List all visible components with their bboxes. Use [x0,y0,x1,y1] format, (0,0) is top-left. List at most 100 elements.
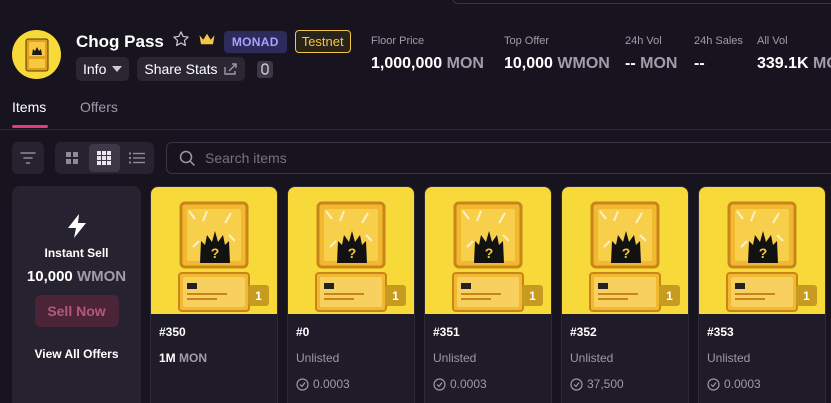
svg-text:?: ? [485,245,494,261]
share-stats-button[interactable]: Share Stats [137,57,245,81]
instant-sell-panel: Instant Sell 10,000 WMON Sell Now View A… [12,186,141,403]
stat-unit: MON [813,55,831,72]
stat-all-volume: All Vol 339.1K MON [757,35,831,73]
nft-card[interactable]: ? 1 #351 Unlisted 0.0003 [424,186,552,403]
info-dropdown[interactable]: Info [76,57,130,81]
stat-unit: WMON [557,55,610,72]
active-tab-indicator [12,125,48,128]
quantity-badge: 1 [385,285,406,306]
chog-pass-art: ? [178,201,250,312]
nft-card[interactable]: ? 1 #350 1M MON [150,186,278,403]
instant-sell-label: Instant Sell [44,246,109,260]
network-badge: Testnet [294,30,351,53]
svg-text:?: ? [759,245,768,261]
nft-name: #353 [707,325,734,339]
nft-card[interactable]: ? 1 #353 Unlisted 0.0003 [698,186,826,403]
quantity-badge: 1 [659,285,680,306]
view-list-button[interactable] [122,144,152,172]
share-stats-label: Share Stats [144,61,218,77]
nft-last-sale-value: 0.0003 [724,377,761,391]
share-icon [223,63,237,75]
nft-card[interactable]: ? 1 #352 Unlisted 37,500 [561,186,689,403]
nft-last-sale-value: 0.0003 [450,377,487,391]
contract-icon [260,63,269,75]
nft-last-sale-value: 37,500 [587,377,624,391]
filter-button[interactable] [12,142,44,174]
view-all-offers-link[interactable]: View All Offers [34,347,118,361]
nft-price-value: 1M [159,351,176,365]
favorite-star-icon[interactable] [172,30,190,53]
stat-label: Floor Price [371,35,425,47]
last-sale-icon [570,377,583,391]
nft-status: Unlisted [570,351,614,365]
nft-name: #352 [570,325,597,339]
nft-last-sale: 0.0003 [433,377,551,391]
view-mode-group [55,142,154,174]
tab-offers[interactable]: Offers [80,99,118,115]
stat-unit: MON [446,55,484,72]
stat-top-offer: Top Offer 10,000 WMON [504,35,610,73]
svg-text:?: ? [348,245,357,261]
nft-name: #0 [296,325,310,339]
quantity-badge: 1 [796,285,817,306]
nft-price: 1M MON [159,351,277,365]
last-sale-icon [707,377,720,391]
nft-price-unit: MON [179,351,208,365]
view-small-grid-button[interactable] [89,144,120,172]
last-sale-icon [433,377,446,391]
nft-image: ? 1 [562,187,688,314]
nft-card[interactable]: ? 1 #0 Unlisted 0.0003 [287,186,415,403]
large-grid-icon [66,152,79,164]
nft-name: #351 [433,325,460,339]
list-icon [128,152,145,164]
chog-pass-art: ? [452,201,524,312]
nft-image: ? 1 [699,187,825,314]
stat-value: -- [625,55,636,72]
chog-card-icon [25,38,48,71]
info-label: Info [83,61,107,77]
search-icon [179,150,195,166]
nft-image: ? 1 [151,187,277,314]
nft-last-sale: 37,500 [570,377,688,391]
stat-value: 10,000 [504,55,553,72]
chog-pass-art: ? [589,201,661,312]
instant-sell-price: 10,000 WMON [27,268,126,285]
stat-value: 1,000,000 [371,55,443,72]
tab-items[interactable]: Items [12,99,46,115]
chain-badge: MONAD [223,30,287,53]
sell-now-button[interactable]: Sell Now [34,295,119,327]
instant-sell-amount: 10,000 [26,268,73,285]
chog-pass-art: ? [315,201,387,312]
chevron-down-icon [112,66,123,72]
stat-unit: MON [640,55,678,72]
nft-last-sale-value: 0.0003 [313,377,350,391]
stat-label: 24h Vol [625,35,662,47]
crown-icon [198,32,216,51]
collection-avatar [12,30,61,79]
chog-pass-art: ? [726,201,798,312]
tab-bar: Items Offers [0,96,831,130]
nft-last-sale: 0.0003 [296,377,414,391]
stat-value: -- [694,55,705,72]
stat-label: Top Offer [504,35,550,47]
search-input[interactable] [205,150,805,166]
collection-title: Chog Pass [76,31,164,51]
quantity-badge: 1 [248,285,269,306]
filter-icon [20,152,36,164]
nft-status: Unlisted [296,351,340,365]
nft-status: Unlisted [707,351,751,365]
view-large-grid-button[interactable] [57,144,87,172]
stat-label: All Vol [757,35,788,47]
search-bar [166,142,831,174]
stat-value: 339.1K [757,55,809,72]
top-bar-edge [452,0,831,4]
svg-text:?: ? [211,245,220,261]
stat-24h-sales: 24h Sales -- [694,35,743,73]
stat-24h-volume: 24h Vol -- MON [625,35,677,73]
last-sale-icon [296,377,309,391]
lightning-bolt-icon [67,214,86,238]
contract-button[interactable] [256,60,273,78]
nft-image: ? 1 [288,187,414,314]
instant-sell-unit: WMON [76,268,127,285]
small-grid-icon [97,151,112,165]
